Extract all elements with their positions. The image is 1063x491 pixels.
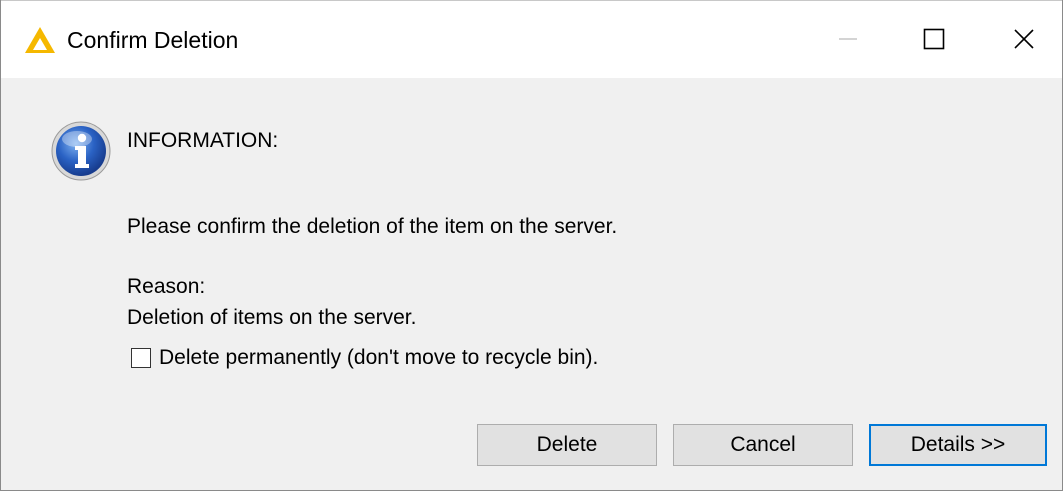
confirm-deletion-dialog: Confirm Deletion INFORMATION: Please con… <box>0 0 1063 491</box>
reason-label: Reason: <box>127 275 206 298</box>
cancel-button[interactable]: Cancel <box>673 424 853 466</box>
delete-permanently-checkbox[interactable] <box>131 348 151 368</box>
details-button[interactable]: Details >> <box>869 424 1047 466</box>
maximize-button[interactable] <box>887 1 981 77</box>
delete-button[interactable]: Delete <box>477 424 657 466</box>
delete-permanently-option[interactable]: Delete permanently (don't move to recycl… <box>131 344 598 372</box>
dialog-heading: INFORMATION: <box>127 129 279 152</box>
confirmation-message: Please confirm the deletion of the item … <box>127 215 618 238</box>
title-bar: Confirm Deletion <box>1 0 1062 78</box>
delete-permanently-label[interactable]: Delete permanently (don't move to recycl… <box>159 345 598 371</box>
information-icon <box>51 121 111 181</box>
triangle-logo-icon <box>25 27 55 53</box>
window-title: Confirm Deletion <box>67 27 239 53</box>
close-button[interactable] <box>977 1 1062 77</box>
close-icon <box>1014 29 1034 49</box>
maximize-icon <box>923 28 945 50</box>
dialog-content: INFORMATION: Please confirm the deletion… <box>1 78 1062 490</box>
minimize-icon <box>839 38 857 40</box>
reason-text: Deletion of items on the server. <box>127 306 417 329</box>
minimize-button[interactable] <box>801 1 895 77</box>
